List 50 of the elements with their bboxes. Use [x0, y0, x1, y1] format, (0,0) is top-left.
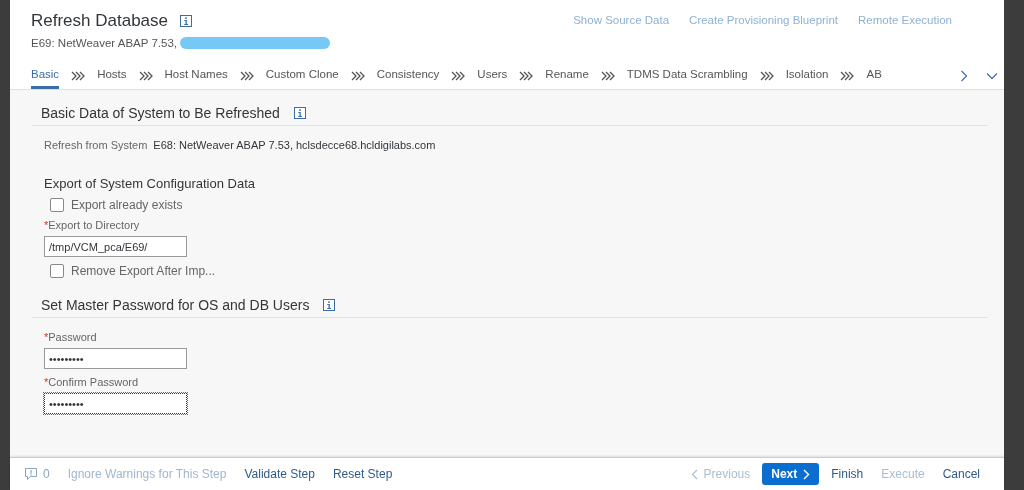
- step-tab[interactable]: Consistency: [376, 63, 440, 89]
- section-title: Set Master Password for OS and DB Users: [41, 297, 310, 313]
- chevrons-icon: [71, 71, 86, 81]
- message-icon: [24, 467, 38, 481]
- step-tab[interactable]: Isolation: [785, 63, 829, 89]
- field-label: Export to Directory: [48, 219, 140, 231]
- next-button[interactable]: Next: [762, 463, 820, 485]
- input-field[interactable]: •••••••••: [44, 348, 187, 369]
- checkbox-label: Remove Export After Imp...: [71, 264, 216, 278]
- step-tab[interactable]: Host Names: [164, 63, 228, 89]
- info-icon: [180, 15, 193, 27]
- step-tab[interactable]: Hosts: [97, 63, 127, 89]
- checkbox[interactable]: [50, 264, 64, 278]
- required-mark: *: [44, 376, 49, 388]
- field-label: Refresh from System: [44, 139, 148, 151]
- footer-button[interactable]: Cancel: [936, 463, 986, 485]
- input-field[interactable]: /tmp/VCM_pca/E69/: [44, 236, 187, 257]
- step-tab[interactable]: AB: [866, 63, 882, 89]
- step-tab[interactable]: Users: [477, 63, 508, 89]
- field-label: Password: [48, 331, 97, 343]
- required-mark: *: [44, 331, 49, 343]
- input-field[interactable]: •••••••••: [44, 393, 187, 414]
- chevrons-icon: [759, 71, 774, 81]
- checkbox-label: Export already exists: [71, 198, 183, 212]
- required-mark: *: [44, 219, 49, 231]
- step-tab[interactable]: Custom Clone: [265, 63, 339, 89]
- field-value: E68: NetWeaver ABAP 7.53, hclsdecce68.hcldigilabs.com: [153, 139, 436, 151]
- chevrons-icon: [239, 71, 254, 81]
- chevron-down-icon: [986, 72, 998, 80]
- footer-button[interactable]: Finish: [825, 463, 870, 485]
- step-tab[interactable]: Basic: [31, 63, 60, 89]
- field-label: Confirm Password: [48, 376, 139, 388]
- step-tab[interactable]: Rename: [545, 63, 589, 89]
- chevrons-icon: [451, 71, 466, 81]
- chevrons-icon: [519, 71, 534, 81]
- chevron-right-icon: [960, 70, 968, 82]
- dialog-title: Refresh Database: [31, 11, 169, 31]
- section-title: Basic Data of System to Be Refreshed: [41, 105, 280, 121]
- chevrons-icon: [600, 71, 615, 81]
- footer-link[interactable]: Reset Step: [332, 467, 393, 481]
- subsection-title: Export of System Configuration Data: [44, 176, 256, 191]
- chevrons-icon: [350, 71, 365, 81]
- chevron-right-icon: [803, 468, 811, 480]
- checkbox[interactable]: [50, 198, 64, 212]
- dialog-subtitle: E69: NetWeaver ABAP 7.53,: [31, 37, 177, 49]
- step-tab[interactable]: TDMS Data Scrambling: [626, 63, 748, 89]
- footer-link[interactable]: Validate Step: [244, 467, 315, 481]
- chevron-left-icon: [690, 468, 698, 480]
- chevrons-icon: [138, 71, 153, 81]
- chevrons-icon: [840, 71, 855, 81]
